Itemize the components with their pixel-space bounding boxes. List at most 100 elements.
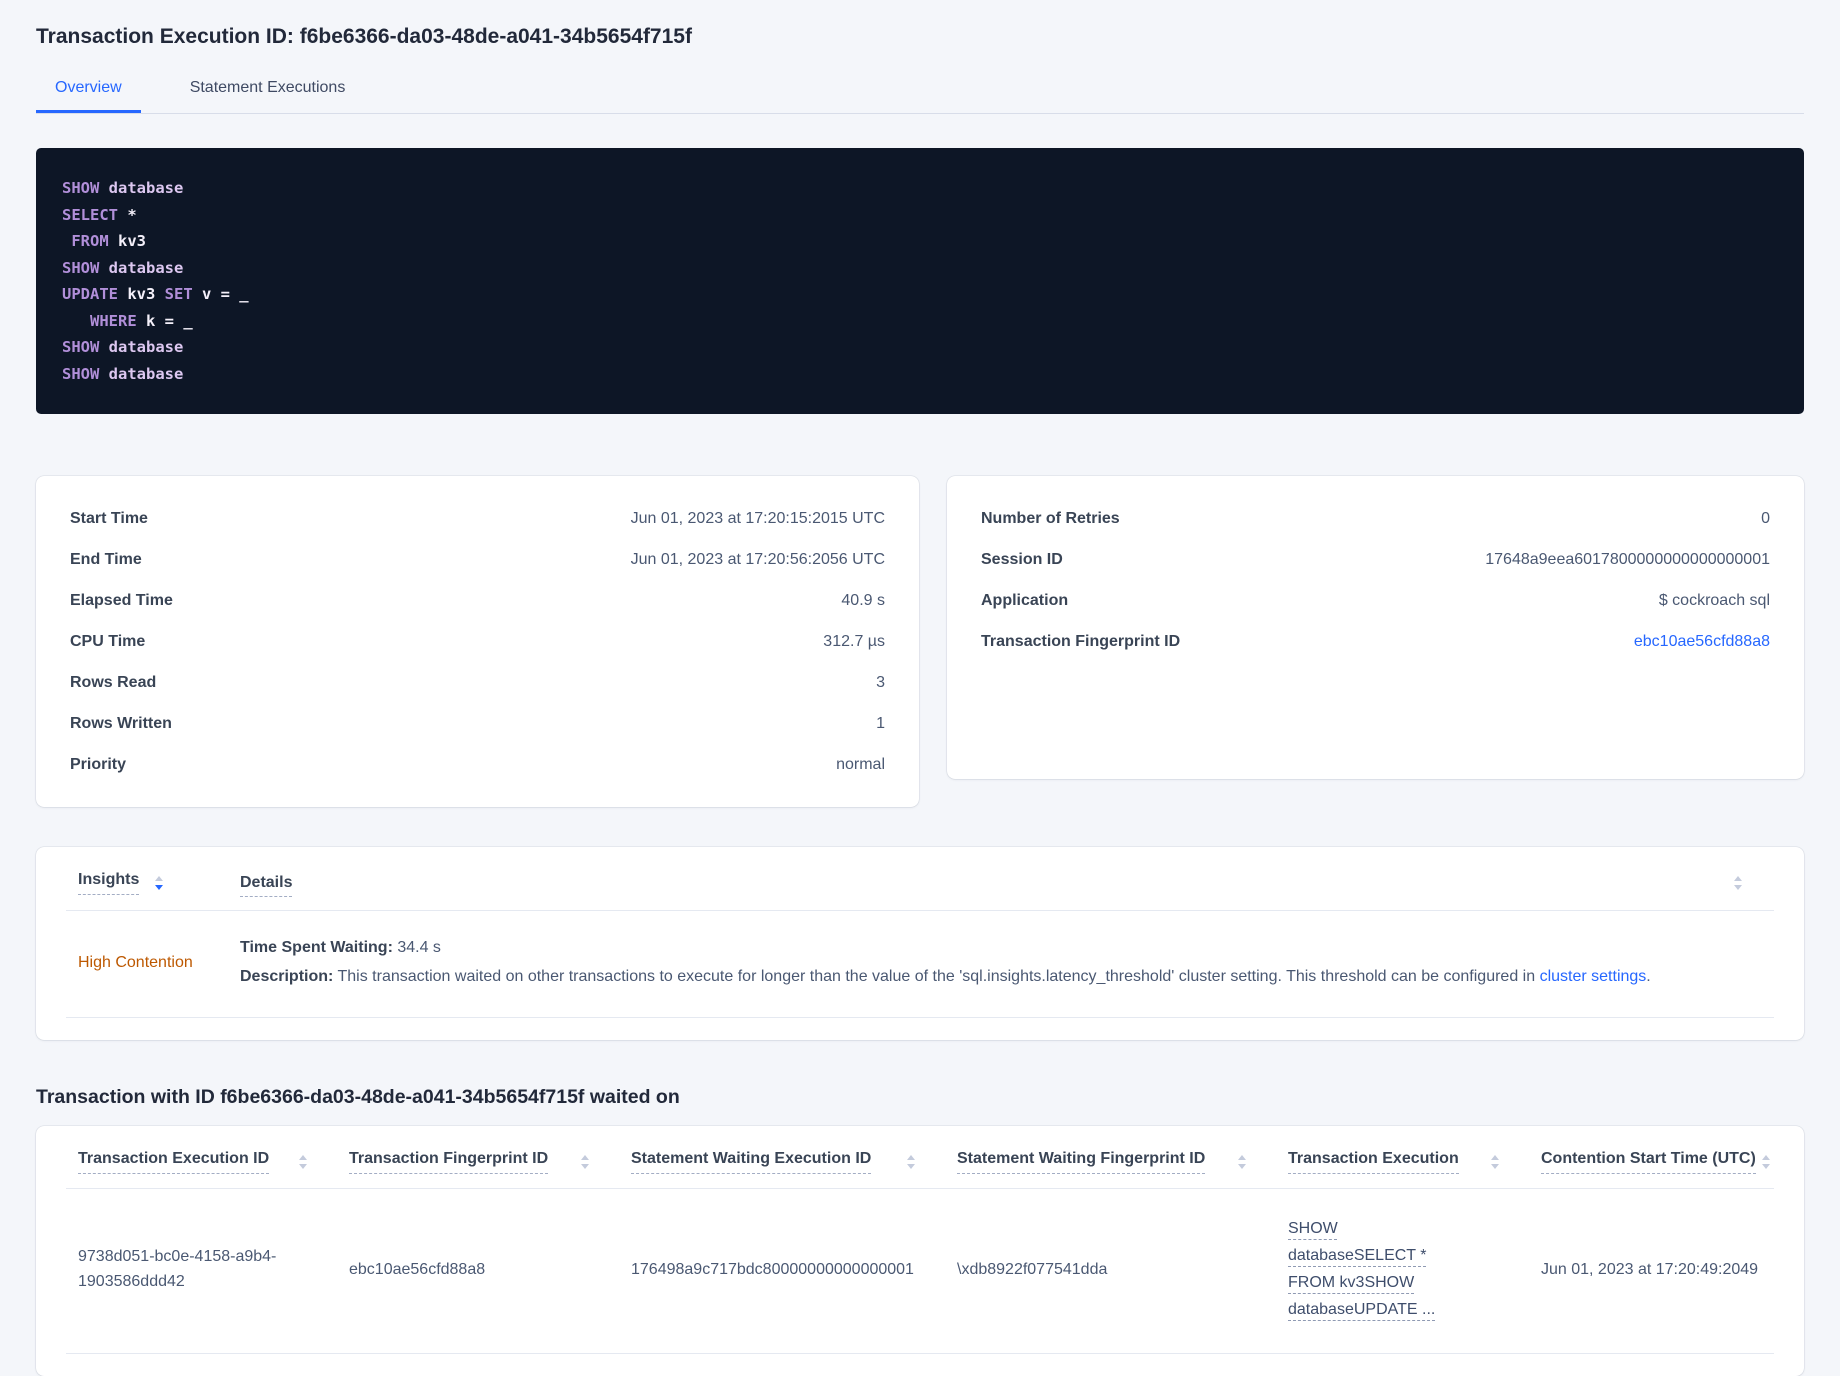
- sort-down-arrow-icon: [1734, 885, 1742, 890]
- stat-value: Jun 01, 2023 at 17:20:56:2056 UTC: [630, 551, 885, 568]
- sort-up-arrow-icon: [581, 1155, 589, 1160]
- sql-statements-box: SHOW database SELECT * FROM kv3 SHOW dat…: [36, 148, 1804, 414]
- transaction-execution-link[interactable]: SHOW databaseSELECT * FROM kv3SHOW datab…: [1288, 1215, 1468, 1323]
- column-label[interactable]: Transaction Execution ID: [78, 1150, 270, 1174]
- sql-token: *: [127, 205, 137, 224]
- stat-label: Number of Retries: [981, 510, 1120, 527]
- sql-keyword: FROM: [71, 232, 119, 250]
- tab-overview[interactable]: Overview: [36, 67, 141, 113]
- sql-keyword: SELECT: [62, 205, 128, 224]
- stat-value: normal: [836, 756, 885, 773]
- column-label[interactable]: Contention Start Time (UTC): [1541, 1150, 1756, 1174]
- cell-statement-waiting-execution-id: 176498a9c717bdc80000000000000001: [631, 1260, 914, 1278]
- time-spent-waiting-value: 34.4 s: [397, 939, 441, 956]
- sql-line: UPDATE kv3 SET v = _: [62, 281, 1778, 308]
- sort-down-arrow-icon: [1762, 1164, 1770, 1169]
- sort-up-arrow-icon: [1491, 1155, 1499, 1160]
- sort-up-arrow-icon: [155, 876, 164, 881]
- stat-label: Application: [981, 592, 1069, 609]
- stat-value: 40.9 s: [841, 592, 885, 609]
- cell-transaction-execution-id: 9738d051-bc0e-4158-a9b4-1903586ddd42: [78, 1248, 277, 1290]
- details-column-label[interactable]: Details: [240, 874, 293, 897]
- stat-row-start-time: Start Time Jun 01, 2023 at 17:20:15:2015…: [70, 498, 885, 539]
- stat-row-session-id: Session ID 17648a9eea6017800000000000000…: [981, 539, 1770, 580]
- sort-icon[interactable]: [1238, 1155, 1246, 1169]
- sort-icon[interactable]: [581, 1155, 589, 1169]
- description-line: Description: This transaction waited on …: [240, 967, 1774, 987]
- sort-icon[interactable]: [155, 876, 164, 890]
- sort-down-arrow-icon: [907, 1164, 915, 1169]
- column-header-contention-start-time[interactable]: Contention Start Time (UTC): [1541, 1150, 1774, 1174]
- column-header-transaction-execution[interactable]: Transaction Execution: [1288, 1150, 1541, 1174]
- stat-row-rows-written: Rows Written 1: [70, 703, 885, 744]
- description-suffix: .: [1646, 968, 1651, 985]
- insights-column-label[interactable]: Insights: [78, 871, 140, 895]
- stat-value: 1: [876, 715, 885, 732]
- description-label: Description:: [240, 968, 334, 985]
- sort-icon[interactable]: [907, 1155, 915, 1169]
- stat-value: Jun 01, 2023 at 17:20:15:2015 UTC: [630, 510, 885, 527]
- tab-statement-executions[interactable]: Statement Executions: [171, 67, 365, 113]
- sql-keyword: SHOW: [62, 338, 109, 356]
- stat-label: Transaction Fingerprint ID: [981, 633, 1181, 650]
- insights-table-header: Insights Details: [66, 871, 1774, 897]
- sql-keyword: SHOW: [62, 364, 109, 383]
- insight-type-badge: High Contention: [78, 953, 193, 971]
- insights-column-header[interactable]: Insights: [66, 871, 240, 895]
- column-label[interactable]: Statement Waiting Fingerprint ID: [957, 1150, 1206, 1174]
- cluster-settings-link[interactable]: cluster settings: [1540, 968, 1647, 985]
- time-spent-waiting-line: Time Spent Waiting: 34.4 s: [240, 938, 1774, 958]
- sql-keyword: SHOW: [62, 258, 109, 277]
- sql-keyword: database: [108, 179, 184, 197]
- sql-line: WHERE k = _: [62, 308, 1778, 335]
- column-label[interactable]: Statement Waiting Execution ID: [631, 1150, 872, 1174]
- summary-cards-row: Start Time Jun 01, 2023 at 17:20:15:2015…: [36, 476, 1804, 807]
- sort-icon[interactable]: [1762, 1155, 1770, 1169]
- sort-icon[interactable]: [299, 1155, 307, 1169]
- stat-row-transaction-fingerprint-id: Transaction Fingerprint ID ebc10ae56cfd8…: [981, 621, 1770, 662]
- sort-icon[interactable]: [1491, 1155, 1499, 1169]
- column-header-transaction-execution-id[interactable]: Transaction Execution ID: [66, 1150, 349, 1174]
- column-label[interactable]: Transaction Fingerprint ID: [349, 1150, 549, 1174]
- stat-row-retries: Number of Retries 0: [981, 498, 1770, 539]
- sql-keyword: SHOW: [62, 179, 109, 197]
- stat-row-priority: Priority normal: [70, 744, 885, 785]
- column-header-statement-waiting-execution-id[interactable]: Statement Waiting Execution ID: [631, 1150, 957, 1174]
- sort-down-arrow-icon: [155, 885, 164, 890]
- sql-token: k = _: [146, 311, 193, 330]
- insight-row: High Contention Time Spent Waiting: 34.4…: [66, 911, 1774, 1017]
- transaction-details-page: Transaction Execution ID: f6be6366-da03-…: [0, 24, 1840, 1376]
- stat-value: 17648a9eea6017800000000000000001: [1485, 551, 1770, 568]
- column-header-transaction-fingerprint-id[interactable]: Transaction Fingerprint ID: [349, 1150, 631, 1174]
- column-header-statement-waiting-fingerprint-id[interactable]: Statement Waiting Fingerprint ID: [957, 1150, 1288, 1174]
- stat-row-cpu-time: CPU Time 312.7 µs: [70, 621, 885, 662]
- sql-line: SHOW database: [62, 334, 1778, 361]
- waited-on-table-header: Transaction Execution ID Transaction Fin…: [66, 1150, 1774, 1174]
- stat-label: Session ID: [981, 551, 1063, 568]
- sort-down-arrow-icon: [299, 1164, 307, 1169]
- details-column-header[interactable]: Details: [240, 874, 293, 897]
- sql-line: SHOW database: [62, 175, 1778, 202]
- sort-up-arrow-icon: [1238, 1155, 1246, 1160]
- sort-up-arrow-icon: [1762, 1155, 1770, 1160]
- stat-value: $ cockroach sql: [1658, 592, 1770, 609]
- sql-line: SHOW database: [62, 255, 1778, 282]
- column-label[interactable]: Transaction Execution: [1288, 1150, 1459, 1174]
- insight-details: Time Spent Waiting: 34.4 s Description: …: [240, 938, 1774, 987]
- stat-label: End Time: [70, 551, 142, 568]
- sort-down-arrow-icon: [1238, 1164, 1246, 1169]
- sql-keyword: SET: [164, 285, 202, 303]
- cell-transaction-execution: SHOW databaseSELECT * FROM kv3SHOW datab…: [1288, 1215, 1541, 1323]
- sort-down-arrow-icon: [581, 1164, 589, 1169]
- transaction-fingerprint-link[interactable]: ebc10ae56cfd88a8: [1634, 633, 1770, 650]
- sort-icon[interactable]: [1734, 876, 1742, 890]
- cell-transaction-fingerprint-id: ebc10ae56cfd88a8: [349, 1260, 486, 1278]
- table-row: 9738d051-bc0e-4158-a9b4-1903586ddd42 ebc…: [66, 1189, 1774, 1353]
- sort-up-arrow-icon: [907, 1155, 915, 1160]
- tab-bar: Overview Statement Executions: [36, 67, 1804, 114]
- sort-up-arrow-icon: [1734, 876, 1742, 881]
- waited-on-heading: Transaction with ID f6be6366-da03-48de-a…: [36, 1086, 680, 1108]
- cell-statement-waiting-fingerprint-id: \xdb8922f077541dda: [957, 1260, 1108, 1278]
- sql-keyword: database: [108, 338, 184, 356]
